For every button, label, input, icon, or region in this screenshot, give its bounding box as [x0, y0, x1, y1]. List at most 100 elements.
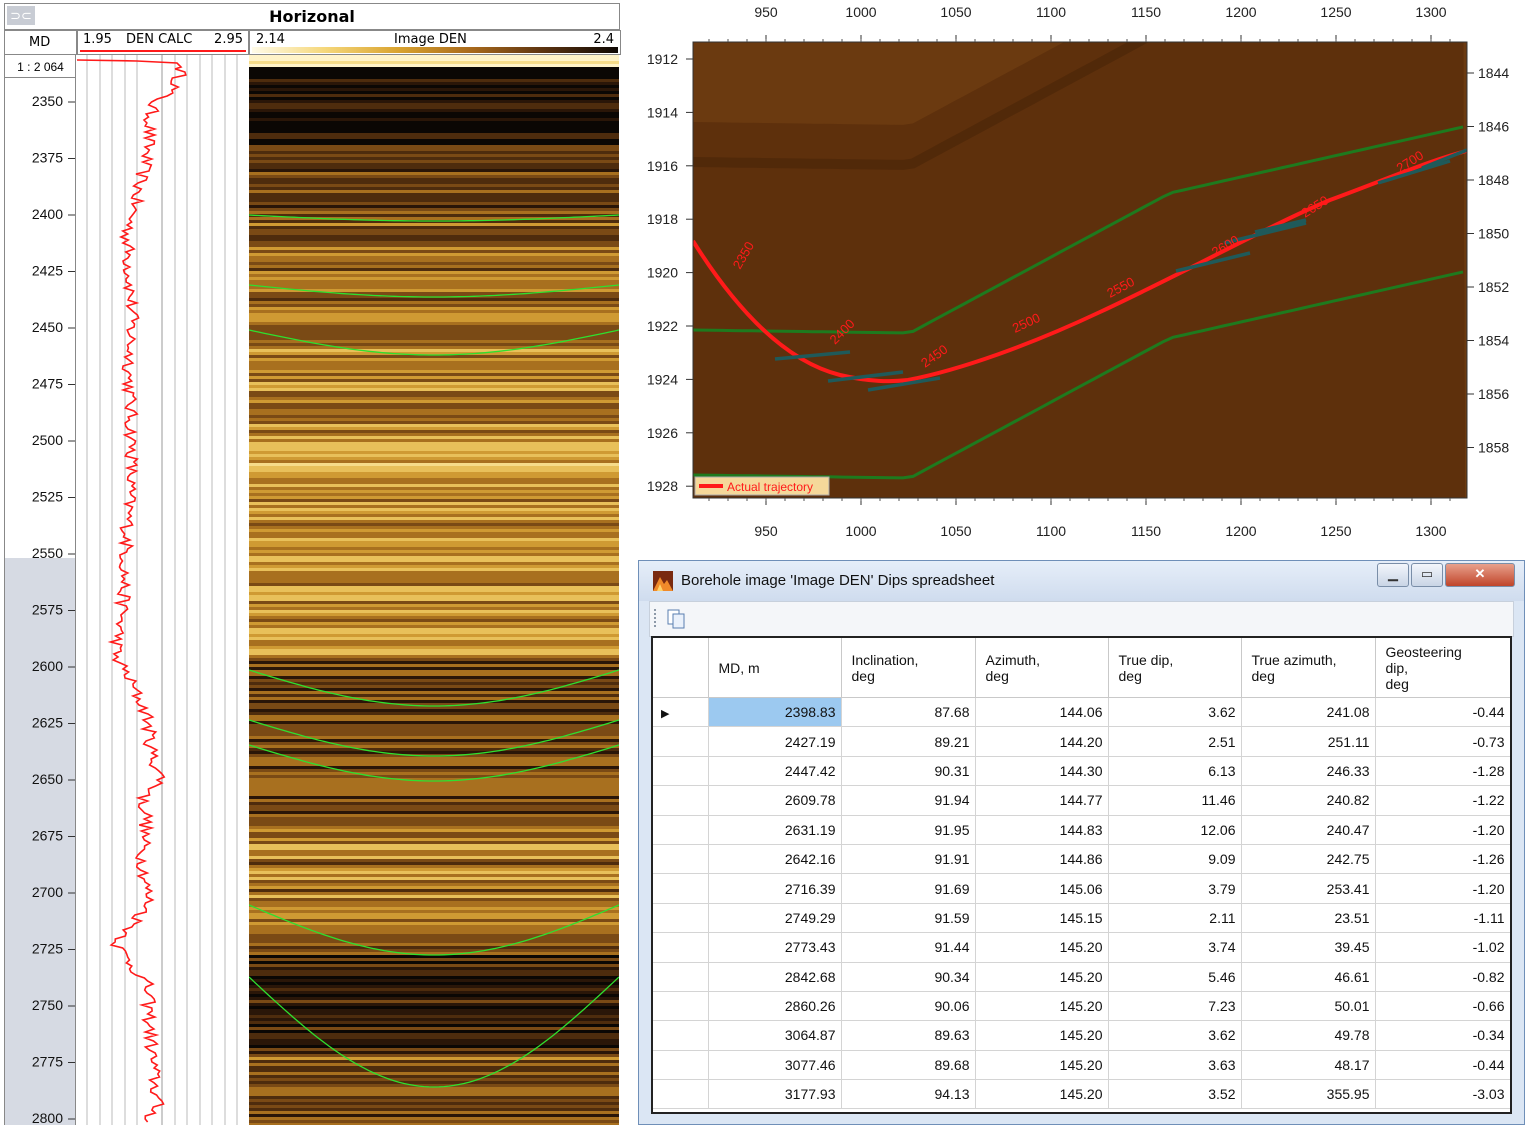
table-cell[interactable]: -1.11 — [1375, 903, 1510, 934]
row-header[interactable]: ▶ — [653, 697, 709, 728]
table-cell[interactable]: -1.20 — [1375, 873, 1510, 904]
table-row[interactable]: 2631.19 91.95 144.83 12.06 240.47 -1.20 — [653, 815, 1510, 845]
table-cell[interactable]: 2609.78 — [708, 785, 842, 816]
table-cell[interactable]: 3.74 — [1108, 932, 1242, 963]
table-cell[interactable]: 145.20 — [975, 1079, 1109, 1110]
table-cell[interactable]: 2398.83 — [708, 697, 842, 728]
table-cell[interactable]: 50.01 — [1241, 991, 1376, 1022]
md-column-header[interactable]: MD — [4, 30, 77, 55]
table-cell[interactable]: 3.62 — [1108, 1020, 1242, 1051]
table-cell[interactable]: 2716.39 — [708, 873, 842, 904]
table-cell[interactable]: 145.20 — [975, 962, 1109, 992]
table-cell[interactable]: 2447.42 — [708, 756, 842, 787]
column-header[interactable]: True dip, deg — [1108, 638, 1242, 698]
table-cell[interactable]: 94.13 — [841, 1079, 976, 1110]
table-cell[interactable]: 90.06 — [841, 991, 976, 1022]
table-cell[interactable]: 11.46 — [1108, 785, 1242, 816]
table-row[interactable]: 2427.19 89.21 144.20 2.51 251.11 -0.73 — [653, 726, 1510, 757]
table-cell[interactable]: 6.13 — [1108, 756, 1242, 787]
row-header[interactable] — [653, 1079, 709, 1110]
table-cell[interactable]: 145.20 — [975, 932, 1109, 963]
table-cell[interactable]: -0.82 — [1375, 962, 1510, 992]
table-cell[interactable]: 144.06 — [975, 697, 1109, 728]
table-cell[interactable]: 91.59 — [841, 903, 976, 934]
table-cell[interactable]: 2860.26 — [708, 991, 842, 1022]
table-cell[interactable]: 145.20 — [975, 1020, 1109, 1051]
row-header[interactable] — [653, 873, 709, 904]
table-cell[interactable]: 240.47 — [1241, 815, 1376, 845]
table-cell[interactable]: 144.86 — [975, 844, 1109, 875]
row-header[interactable] — [653, 1050, 709, 1081]
close-button[interactable]: ✕ — [1445, 563, 1515, 587]
column-header[interactable]: Geosteering dip, deg — [1375, 638, 1510, 698]
table-cell[interactable]: 90.34 — [841, 962, 976, 992]
table-cell[interactable]: 5.46 — [1108, 962, 1242, 992]
table-cell[interactable]: 87.68 — [841, 697, 976, 728]
table-cell[interactable]: 145.20 — [975, 1050, 1109, 1081]
table-cell[interactable]: 89.68 — [841, 1050, 976, 1081]
table-cell[interactable]: -1.20 — [1375, 815, 1510, 845]
table-cell[interactable]: 246.33 — [1241, 756, 1376, 787]
table-cell[interactable]: 91.94 — [841, 785, 976, 816]
table-cell[interactable]: 253.41 — [1241, 873, 1376, 904]
table-cell[interactable]: 145.15 — [975, 903, 1109, 934]
table-cell[interactable]: 241.08 — [1241, 697, 1376, 728]
table-row[interactable]: 3064.87 89.63 145.20 3.62 49.78 -0.34 — [653, 1020, 1510, 1051]
table-cell[interactable]: -1.28 — [1375, 756, 1510, 787]
table-cell[interactable]: -0.73 — [1375, 726, 1510, 757]
table-cell[interactable]: 90.31 — [841, 756, 976, 787]
table-cell[interactable]: 2.51 — [1108, 726, 1242, 757]
copy-icon[interactable] — [666, 608, 688, 630]
row-header[interactable] — [653, 962, 709, 992]
table-cell[interactable]: -0.44 — [1375, 697, 1510, 728]
column-header[interactable]: MD, m — [708, 638, 842, 698]
table-cell[interactable]: 251.11 — [1241, 726, 1376, 757]
table-cell[interactable]: -0.34 — [1375, 1020, 1510, 1051]
table-row[interactable]: 2447.42 90.31 144.30 6.13 246.33 -1.28 — [653, 756, 1510, 787]
row-header[interactable] — [653, 815, 709, 845]
table-cell[interactable]: 144.83 — [975, 815, 1109, 845]
table-cell[interactable]: 2773.43 — [708, 932, 842, 963]
window-title-bar[interactable]: Borehole image 'Image DEN' Dips spreadsh… — [639, 561, 1524, 601]
table-cell[interactable]: 3177.93 — [708, 1079, 842, 1110]
column-header[interactable]: Azimuth, deg — [975, 638, 1109, 698]
table-cell[interactable]: 49.78 — [1241, 1020, 1376, 1051]
table-cell[interactable]: 144.30 — [975, 756, 1109, 787]
column-header[interactable]: Inclination, deg — [841, 638, 976, 698]
table-cell[interactable]: 3064.87 — [708, 1020, 842, 1051]
table-row[interactable]: 3177.93 94.13 145.20 3.52 355.95 -3.03 — [653, 1079, 1510, 1110]
column-header[interactable]: True azimuth, deg — [1241, 638, 1376, 698]
table-cell[interactable]: 3.79 — [1108, 873, 1242, 904]
table-cell[interactable]: -3.03 — [1375, 1079, 1510, 1110]
table-cell[interactable]: -1.22 — [1375, 785, 1510, 816]
table-cell[interactable]: -1.26 — [1375, 844, 1510, 875]
table-cell[interactable]: 3.63 — [1108, 1050, 1242, 1081]
table-row[interactable]: 2773.43 91.44 145.20 3.74 39.45 -1.02 — [653, 932, 1510, 963]
row-header[interactable] — [653, 903, 709, 934]
row-header[interactable] — [653, 726, 709, 757]
table-cell[interactable]: 46.61 — [1241, 962, 1376, 992]
table-cell[interactable]: 242.75 — [1241, 844, 1376, 875]
table-cell[interactable]: 7.23 — [1108, 991, 1242, 1022]
row-header[interactable] — [653, 932, 709, 963]
table-cell[interactable]: 355.95 — [1241, 1079, 1376, 1110]
table-cell[interactable]: 12.06 — [1108, 815, 1242, 845]
minimize-button[interactable]: ▁ — [1377, 563, 1409, 587]
table-cell[interactable]: 48.17 — [1241, 1050, 1376, 1081]
table-cell[interactable]: 89.21 — [841, 726, 976, 757]
table-row[interactable]: 2642.16 91.91 144.86 9.09 242.75 -1.26 — [653, 844, 1510, 875]
table-cell[interactable]: 145.06 — [975, 873, 1109, 904]
table-cell[interactable]: 91.91 — [841, 844, 976, 875]
row-header[interactable] — [653, 991, 709, 1022]
table-cell[interactable]: 2.11 — [1108, 903, 1242, 934]
row-header[interactable] — [653, 844, 709, 875]
table-cell[interactable]: 3.62 — [1108, 697, 1242, 728]
table-cell[interactable]: 144.77 — [975, 785, 1109, 816]
table-cell[interactable]: 2631.19 — [708, 815, 842, 845]
row-header[interactable] — [653, 785, 709, 816]
table-cell[interactable]: 145.20 — [975, 991, 1109, 1022]
table-cell[interactable]: -0.66 — [1375, 991, 1510, 1022]
table-row[interactable]: 2860.26 90.06 145.20 7.23 50.01 -0.66 — [653, 991, 1510, 1022]
table-cell[interactable]: -0.44 — [1375, 1050, 1510, 1081]
table-cell[interactable]: 91.69 — [841, 873, 976, 904]
